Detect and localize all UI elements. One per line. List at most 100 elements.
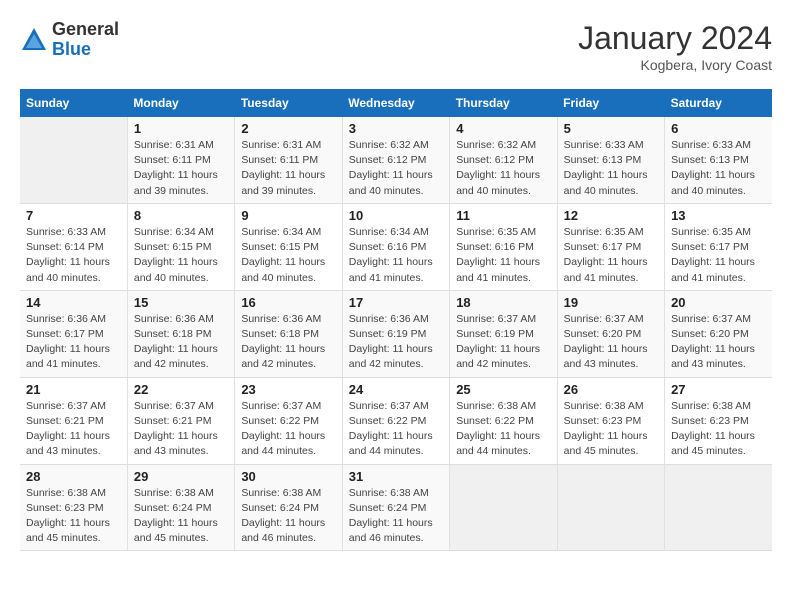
- day-number: 1: [134, 121, 228, 136]
- day-number: 5: [564, 121, 658, 136]
- day-cell: [665, 464, 772, 551]
- day-cell: 4 Sunrise: 6:32 AMSunset: 6:12 PMDaylight…: [450, 117, 557, 203]
- day-number: 19: [564, 295, 658, 310]
- day-cell: 25 Sunrise: 6:38 AMSunset: 6:22 PMDayligh…: [450, 377, 557, 464]
- day-info: Sunrise: 6:38 AMSunset: 6:23 PMDaylight:…: [671, 399, 766, 460]
- day-cell: 2 Sunrise: 6:31 AMSunset: 6:11 PMDaylight…: [235, 117, 342, 203]
- day-cell: 28 Sunrise: 6:38 AMSunset: 6:23 PMDayligh…: [20, 464, 127, 551]
- day-info: Sunrise: 6:38 AMSunset: 6:24 PMDaylight:…: [349, 486, 443, 547]
- day-info: Sunrise: 6:31 AMSunset: 6:11 PMDaylight:…: [241, 138, 335, 199]
- day-cell: 21Sunrise: 6:37 AMSunset: 6:21 PMDayligh…: [20, 377, 127, 464]
- day-info: Sunrise: 6:34 AMSunset: 6:15 PMDaylight:…: [134, 225, 228, 286]
- day-cell: [20, 117, 127, 203]
- day-info: Sunrise: 6:34 AMSunset: 6:16 PMDaylight:…: [349, 225, 443, 286]
- day-info: Sunrise: 6:31 AMSunset: 6:11 PMDaylight:…: [134, 138, 228, 199]
- header-thursday: Thursday: [450, 89, 557, 117]
- day-info: Sunrise: 6:33 AMSunset: 6:14 PMDaylight:…: [26, 225, 121, 286]
- week-row-2: 14Sunrise: 6:36 AMSunset: 6:17 PMDayligh…: [20, 290, 772, 377]
- day-info: Sunrise: 6:36 AMSunset: 6:17 PMDaylight:…: [26, 312, 121, 373]
- day-info: Sunrise: 6:32 AMSunset: 6:12 PMDaylight:…: [349, 138, 443, 199]
- day-cell: 6 Sunrise: 6:33 AMSunset: 6:13 PMDaylight…: [665, 117, 772, 203]
- day-cell: 24 Sunrise: 6:37 AMSunset: 6:22 PMDayligh…: [342, 377, 449, 464]
- day-info: Sunrise: 6:38 AMSunset: 6:23 PMDaylight:…: [26, 486, 121, 547]
- calendar-table: SundayMondayTuesdayWednesdayThursdayFrid…: [20, 89, 772, 551]
- day-info: Sunrise: 6:37 AMSunset: 6:19 PMDaylight:…: [456, 312, 550, 373]
- location-subtitle: Kogbera, Ivory Coast: [578, 57, 772, 73]
- day-number: 31: [349, 469, 443, 484]
- title-area: January 2024 Kogbera, Ivory Coast: [578, 20, 772, 73]
- day-cell: 12 Sunrise: 6:35 AMSunset: 6:17 PMDayligh…: [557, 203, 664, 290]
- day-number: 18: [456, 295, 550, 310]
- day-cell: 30Sunrise: 6:38 AMSunset: 6:24 PMDayligh…: [235, 464, 342, 551]
- day-info: Sunrise: 6:36 AMSunset: 6:18 PMDaylight:…: [134, 312, 228, 373]
- day-number: 10: [349, 208, 443, 223]
- day-cell: 20 Sunrise: 6:37 AMSunset: 6:20 PMDayligh…: [665, 290, 772, 377]
- day-info: Sunrise: 6:37 AMSunset: 6:20 PMDaylight:…: [564, 312, 658, 373]
- day-cell: 7 Sunrise: 6:33 AMSunset: 6:14 PMDaylight…: [20, 203, 127, 290]
- day-cell: 26Sunrise: 6:38 AMSunset: 6:23 PMDayligh…: [557, 377, 664, 464]
- day-info: Sunrise: 6:37 AMSunset: 6:20 PMDaylight:…: [671, 312, 766, 373]
- day-number: 20: [671, 295, 766, 310]
- day-number: 13: [671, 208, 766, 223]
- day-info: Sunrise: 6:38 AMSunset: 6:24 PMDaylight:…: [241, 486, 335, 547]
- day-cell: 14Sunrise: 6:36 AMSunset: 6:17 PMDayligh…: [20, 290, 127, 377]
- day-cell: 11 Sunrise: 6:35 AMSunset: 6:16 PMDayligh…: [450, 203, 557, 290]
- day-info: Sunrise: 6:37 AMSunset: 6:21 PMDaylight:…: [134, 399, 228, 460]
- logo-icon: [20, 26, 48, 54]
- day-info: Sunrise: 6:33 AMSunset: 6:13 PMDaylight:…: [564, 138, 658, 199]
- day-cell: 8 Sunrise: 6:34 AMSunset: 6:15 PMDaylight…: [127, 203, 234, 290]
- day-cell: 1 Sunrise: 6:31 AMSunset: 6:11 PMDaylight…: [127, 117, 234, 203]
- day-cell: 9 Sunrise: 6:34 AMSunset: 6:15 PMDaylight…: [235, 203, 342, 290]
- day-info: Sunrise: 6:33 AMSunset: 6:13 PMDaylight:…: [671, 138, 766, 199]
- day-number: 2: [241, 121, 335, 136]
- day-number: 7: [26, 208, 121, 223]
- day-number: 9: [241, 208, 335, 223]
- week-row-3: 21Sunrise: 6:37 AMSunset: 6:21 PMDayligh…: [20, 377, 772, 464]
- day-info: Sunrise: 6:32 AMSunset: 6:12 PMDaylight:…: [456, 138, 550, 199]
- day-number: 26: [564, 382, 658, 397]
- day-number: 4: [456, 121, 550, 136]
- page-header: General Blue January 2024 Kogbera, Ivory…: [20, 20, 772, 73]
- header-friday: Friday: [557, 89, 664, 117]
- day-info: Sunrise: 6:38 AMSunset: 6:22 PMDaylight:…: [456, 399, 550, 460]
- day-number: 17: [349, 295, 443, 310]
- day-number: 8: [134, 208, 228, 223]
- day-info: Sunrise: 6:38 AMSunset: 6:24 PMDaylight:…: [134, 486, 228, 547]
- header-monday: Monday: [127, 89, 234, 117]
- day-info: Sunrise: 6:35 AMSunset: 6:17 PMDaylight:…: [671, 225, 766, 286]
- day-cell: 29Sunrise: 6:38 AMSunset: 6:24 PMDayligh…: [127, 464, 234, 551]
- day-cell: 31 Sunrise: 6:38 AMSunset: 6:24 PMDayligh…: [342, 464, 449, 551]
- header-tuesday: Tuesday: [235, 89, 342, 117]
- day-info: Sunrise: 6:37 AMSunset: 6:21 PMDaylight:…: [26, 399, 121, 460]
- day-info: Sunrise: 6:37 AMSunset: 6:22 PMDaylight:…: [241, 399, 335, 460]
- day-cell: 27 Sunrise: 6:38 AMSunset: 6:23 PMDayligh…: [665, 377, 772, 464]
- day-number: 6: [671, 121, 766, 136]
- day-cell: 16Sunrise: 6:36 AMSunset: 6:18 PMDayligh…: [235, 290, 342, 377]
- day-cell: 23 Sunrise: 6:37 AMSunset: 6:22 PMDayligh…: [235, 377, 342, 464]
- day-number: 28: [26, 469, 121, 484]
- day-number: 25: [456, 382, 550, 397]
- day-cell: 15Sunrise: 6:36 AMSunset: 6:18 PMDayligh…: [127, 290, 234, 377]
- month-year-title: January 2024: [578, 20, 772, 57]
- day-number: 27: [671, 382, 766, 397]
- header-wednesday: Wednesday: [342, 89, 449, 117]
- logo: General Blue: [20, 20, 119, 60]
- day-info: Sunrise: 6:35 AMSunset: 6:17 PMDaylight:…: [564, 225, 658, 286]
- day-info: Sunrise: 6:36 AMSunset: 6:19 PMDaylight:…: [349, 312, 443, 373]
- calendar-header-row: SundayMondayTuesdayWednesdayThursdayFrid…: [20, 89, 772, 117]
- day-info: Sunrise: 6:34 AMSunset: 6:15 PMDaylight:…: [241, 225, 335, 286]
- day-number: 24: [349, 382, 443, 397]
- day-number: 16: [241, 295, 335, 310]
- day-cell: 3 Sunrise: 6:32 AMSunset: 6:12 PMDaylight…: [342, 117, 449, 203]
- day-cell: 10 Sunrise: 6:34 AMSunset: 6:16 PMDayligh…: [342, 203, 449, 290]
- day-number: 11: [456, 208, 550, 223]
- week-row-4: 28 Sunrise: 6:38 AMSunset: 6:23 PMDayligh…: [20, 464, 772, 551]
- day-info: Sunrise: 6:37 AMSunset: 6:22 PMDaylight:…: [349, 399, 443, 460]
- day-cell: 17 Sunrise: 6:36 AMSunset: 6:19 PMDayligh…: [342, 290, 449, 377]
- day-info: Sunrise: 6:35 AMSunset: 6:16 PMDaylight:…: [456, 225, 550, 286]
- day-number: 3: [349, 121, 443, 136]
- day-cell: 5 Sunrise: 6:33 AMSunset: 6:13 PMDaylight…: [557, 117, 664, 203]
- day-number: 12: [564, 208, 658, 223]
- day-cell: [450, 464, 557, 551]
- day-number: 23: [241, 382, 335, 397]
